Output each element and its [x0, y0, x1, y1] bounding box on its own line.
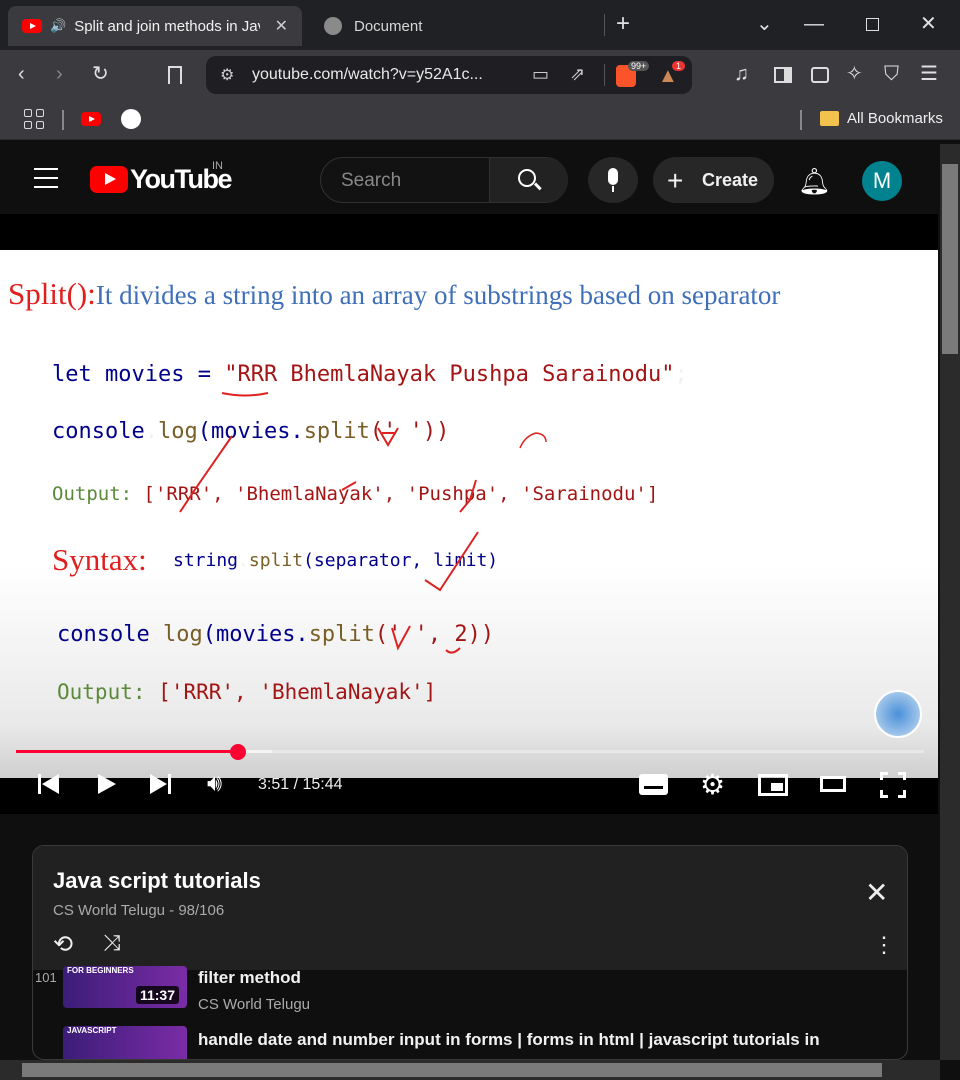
chevron-down-icon[interactable]: ⌄	[756, 14, 773, 34]
tab-title: Document	[354, 17, 423, 35]
play-icon[interactable]	[98, 774, 116, 794]
urlbar-divider	[604, 64, 605, 86]
speaker-icon[interactable]: 🔊	[50, 18, 66, 34]
item-index: 101	[35, 970, 57, 985]
more-options-icon[interactable]: ⋮	[873, 932, 895, 958]
forward-icon[interactable]: ›	[56, 64, 63, 84]
wallet-icon[interactable]	[811, 67, 829, 83]
chatgpt-bookmark-icon[interactable]	[121, 109, 141, 129]
list-item[interactable]: 101 FOR BEGINNERS 11:37 filter method CS…	[33, 966, 893, 1028]
tab-document[interactable]: Document	[310, 6, 590, 46]
sidebar-icon[interactable]	[774, 67, 792, 83]
apps-grid-icon[interactable]	[24, 109, 44, 129]
playlist-panel: Java script tutorials CS World Telugu - …	[32, 845, 908, 1060]
search-input[interactable]: Search	[341, 170, 401, 192]
fullscreen-icon[interactable]	[880, 772, 906, 798]
video-frame: Split():It divides a string into an arra…	[0, 250, 938, 778]
next-icon[interactable]	[150, 774, 172, 794]
list-item[interactable]: JAVASCRIPT handle date and number input …	[33, 1026, 893, 1059]
playlist-header: Java script tutorials CS World Telugu - …	[33, 846, 907, 970]
playlist-title[interactable]: Java script tutorials	[53, 868, 261, 894]
vertical-scroll-thumb[interactable]	[942, 164, 958, 354]
browser-toolbar: ‹ › ↻ ⚙ youtube.com/watch?v=y52A1c... ▭ …	[0, 50, 960, 100]
music-icon[interactable]: ♫	[734, 64, 749, 84]
brave-badge: 99+	[628, 61, 650, 71]
vpn-icon[interactable]: ⛉	[884, 64, 899, 84]
address-bar[interactable]: ⚙ youtube.com/watch?v=y52A1c... ▭ ⇗ 99+ …	[206, 56, 692, 94]
scrubber-handle[interactable]	[230, 744, 246, 760]
all-bookmarks[interactable]: All Bookmarks	[847, 110, 943, 127]
folder-icon	[820, 111, 839, 126]
player-controls: 🔊︎ 3:51 / 15:44 ⚙	[0, 734, 938, 814]
globe-icon	[324, 17, 342, 35]
plus-icon: +	[667, 165, 684, 196]
time-display: 3:51 / 15:44	[258, 776, 343, 793]
item-title[interactable]: filter method	[198, 968, 301, 988]
miniplayer-icon[interactable]	[758, 774, 788, 796]
tab-divider	[604, 14, 605, 36]
voice-search-button[interactable]	[588, 157, 638, 203]
bookmark-divider	[800, 110, 802, 130]
theater-mode-icon[interactable]	[820, 776, 846, 792]
settings-gear-icon[interactable]: ⚙	[700, 768, 725, 801]
share-icon[interactable]: ⇗	[570, 64, 585, 85]
close-playlist-icon[interactable]: ✕	[865, 876, 888, 909]
duration-badge: 11:37	[135, 986, 179, 1004]
progress-bar[interactable]	[16, 744, 924, 760]
volume-icon[interactable]: 🔊︎	[207, 770, 222, 798]
search-button[interactable]	[489, 158, 568, 202]
reload-icon[interactable]: ↻	[92, 64, 109, 84]
progress-played	[16, 750, 238, 753]
pen-annotations	[179, 392, 547, 654]
search-box[interactable]: Search	[320, 157, 568, 203]
shuffle-icon[interactable]: ⤨	[103, 930, 121, 956]
video-player[interactable]: Split():It divides a string into an arra…	[0, 214, 938, 814]
channel-watermark[interactable]	[874, 690, 922, 738]
rewards-badge: 1	[672, 61, 686, 71]
item-title[interactable]: handle date and number input in forms | …	[198, 1030, 820, 1050]
avatar[interactable]: M	[862, 161, 902, 201]
leo-ai-icon[interactable]: ✧	[846, 64, 863, 84]
site-settings-icon[interactable]: ⚙	[220, 65, 234, 85]
maximize-icon[interactable]	[866, 18, 879, 31]
create-button[interactable]: + Create	[653, 157, 774, 203]
url-text: youtube.com/watch?v=y52A1c...	[252, 66, 483, 83]
close-window-icon[interactable]: ✕	[920, 14, 937, 34]
playlist-subtitle[interactable]: CS World Telugu - 98/106	[53, 902, 224, 919]
item-channel[interactable]: CS World Telugu	[198, 996, 310, 1013]
region-label: IN	[212, 160, 223, 172]
close-tab-icon[interactable]: ✕	[275, 16, 288, 36]
new-tab-icon[interactable]: +	[616, 12, 630, 36]
tab-active[interactable]: 🔊 Split and join methods in Jav ✕	[8, 6, 302, 46]
back-icon[interactable]: ‹	[18, 64, 25, 84]
mic-icon	[608, 168, 618, 185]
bookmark-icon[interactable]	[168, 66, 182, 84]
browser-tab-bar: 🔊 Split and join methods in Jav ✕ Docume…	[0, 0, 960, 50]
menu-icon[interactable]: ☰	[920, 64, 938, 84]
subtitles-icon[interactable]	[639, 774, 668, 795]
tab-title: Split and join methods in Jav	[74, 17, 261, 35]
loop-icon[interactable]: ⟲	[53, 930, 73, 959]
bookmarks-bar: All Bookmarks	[0, 100, 960, 140]
youtube-icon	[22, 19, 42, 33]
youtube-logo-icon[interactable]	[90, 166, 128, 193]
youtube-bookmark-icon[interactable]	[81, 112, 101, 126]
bookmark-divider	[62, 110, 64, 130]
create-label: Create	[702, 170, 759, 190]
cast-icon[interactable]: ▭	[532, 64, 549, 85]
video-thumbnail[interactable]: JAVASCRIPT	[63, 1026, 187, 1059]
horizontal-scroll-thumb[interactable]	[22, 1063, 882, 1077]
hamburger-icon[interactable]	[34, 168, 58, 188]
minimize-icon[interactable]: —	[804, 14, 824, 34]
notifications-bell-icon[interactable]: 🔔︎	[798, 166, 831, 197]
video-thumbnail[interactable]: FOR BEGINNERS 11:37	[63, 966, 187, 1008]
previous-icon[interactable]	[38, 774, 60, 794]
youtube-masthead: YouTube IN Search + Create 🔔︎ M	[0, 144, 940, 214]
